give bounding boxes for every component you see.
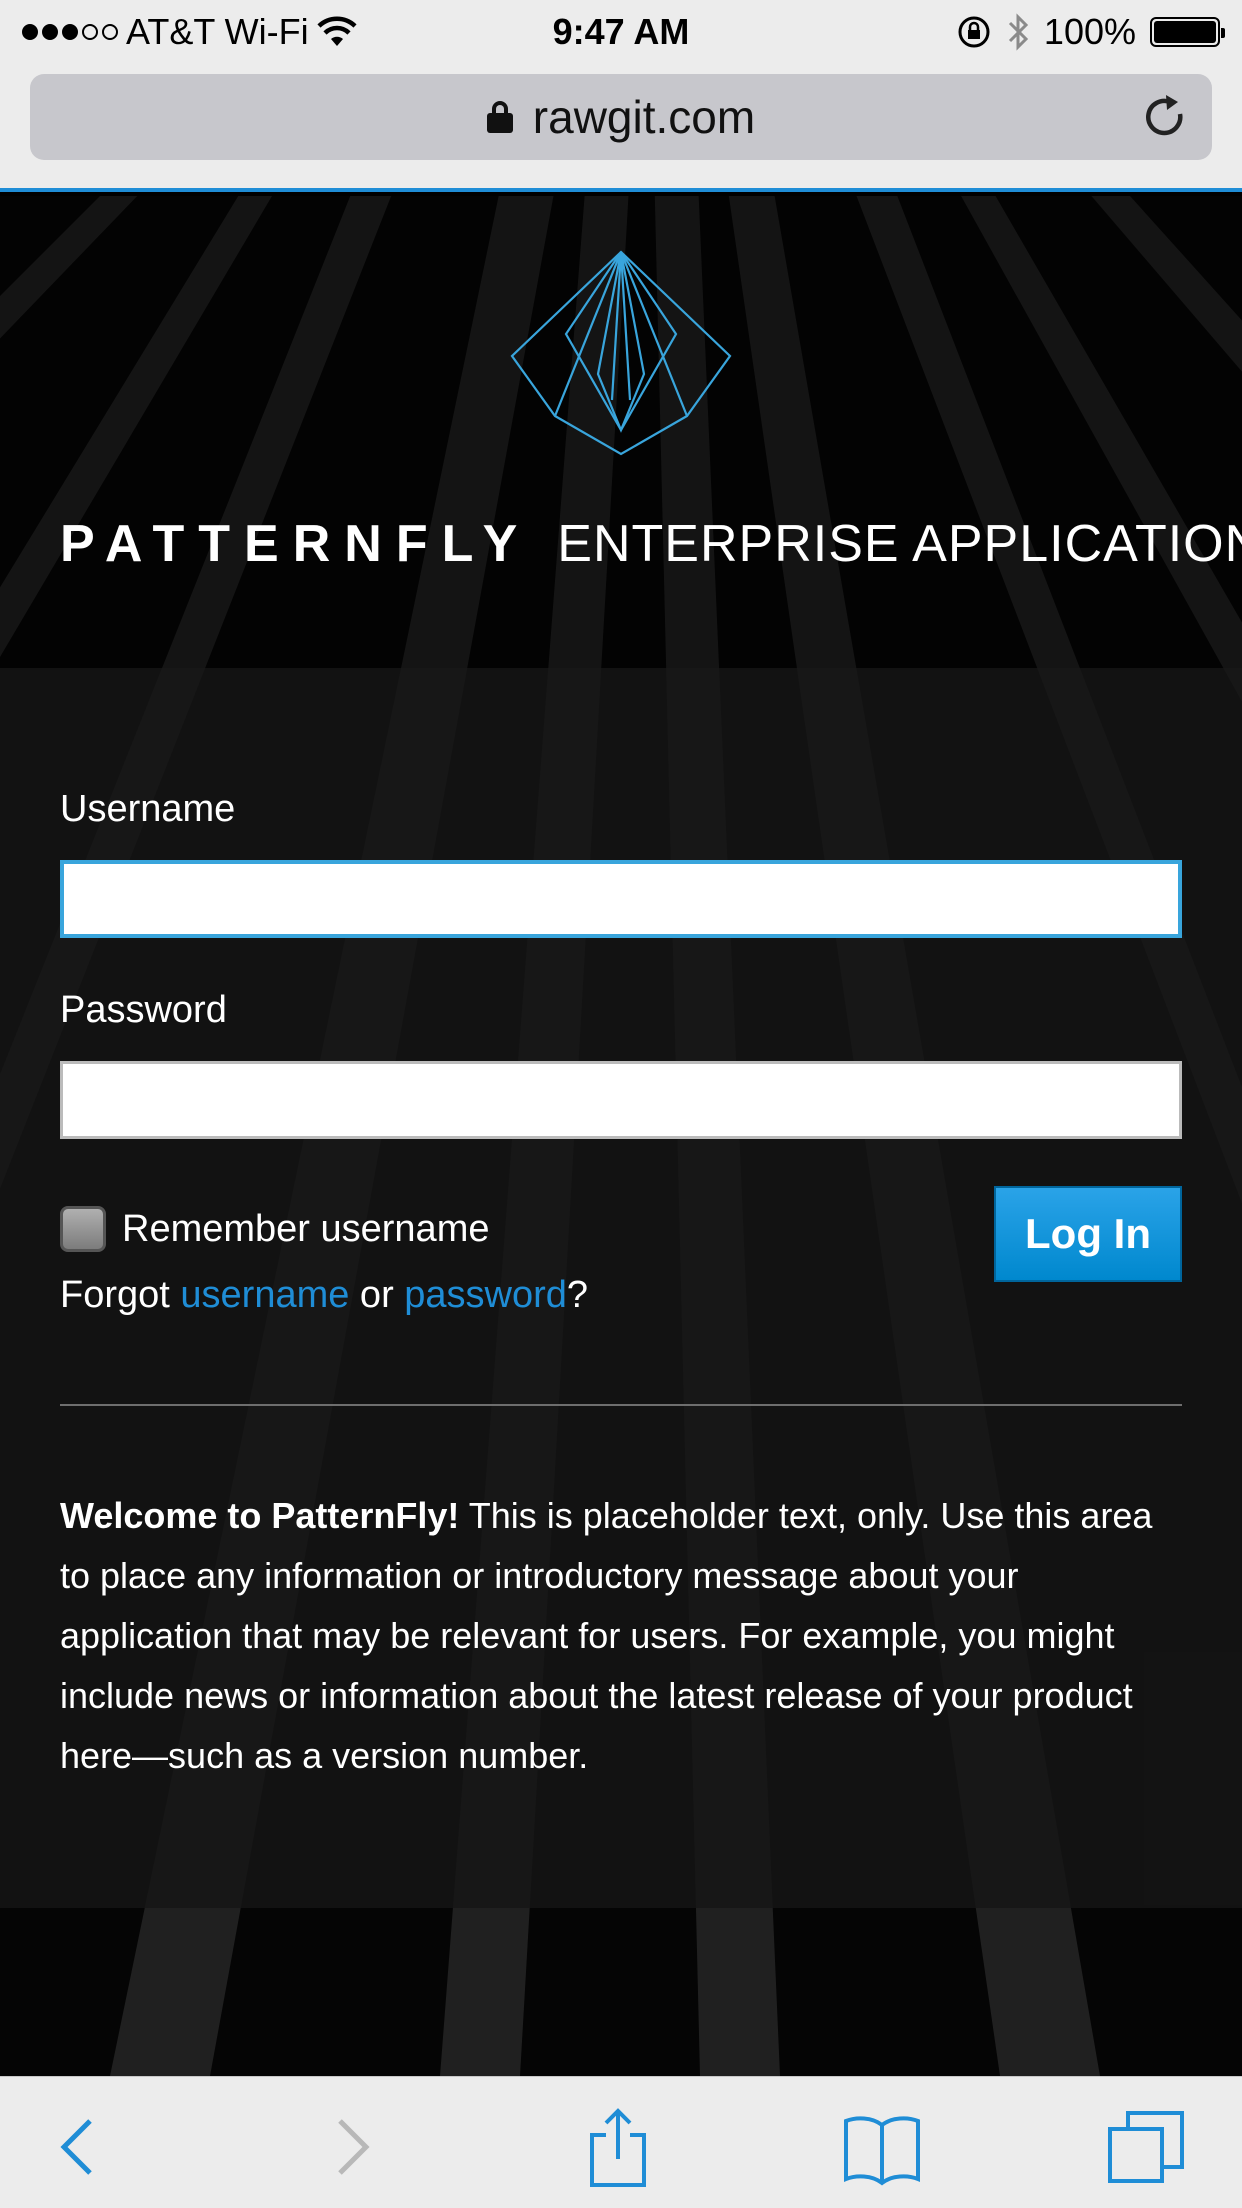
username-input[interactable] [60, 860, 1182, 938]
password-input[interactable] [60, 1061, 1182, 1139]
remember-label: Remember username [122, 1207, 490, 1250]
browser-chrome: rawgit.com [0, 62, 1242, 192]
battery-percent: 100% [1043, 11, 1136, 52]
reload-icon[interactable] [1140, 92, 1190, 142]
patternfly-logo [510, 250, 732, 456]
tabs-icon[interactable] [1106, 2107, 1186, 2187]
welcome-text: Welcome to PatternFly! This is placehold… [60, 1486, 1182, 1786]
status-right: 100% [956, 10, 1225, 54]
login-page: PATTERNFLY ENTERPRISE APPLICATION Userna… [0, 196, 1242, 2076]
share-icon[interactable] [578, 2107, 658, 2187]
status-bar: AT&T Wi-Fi 9:47 AM 100% [0, 0, 1242, 62]
back-icon[interactable] [38, 2107, 118, 2187]
brand-subtitle: ENTERPRISE APPLICATION [557, 515, 1242, 573]
password-label: Password [60, 989, 227, 1031]
welcome-heading: Welcome to PatternFly! [60, 1495, 460, 1536]
address-text: rawgit.com [532, 91, 756, 143]
forgot-suffix: ? [566, 1274, 589, 1316]
app-title: PATTERNFLY ENTERPRISE APPLICATION [60, 514, 1242, 574]
rotation-lock-icon [958, 16, 990, 48]
remember-checkbox[interactable] [60, 1206, 106, 1252]
lock-icon [486, 101, 513, 133]
remember-username[interactable]: Remember username [60, 1206, 489, 1252]
bluetooth-icon [1008, 13, 1029, 51]
divider [60, 1404, 1182, 1406]
brand-name: PATTERNFLY [60, 515, 532, 573]
forgot-or: or [349, 1274, 405, 1316]
address-bar[interactable]: rawgit.com [30, 74, 1212, 160]
bookmarks-icon[interactable] [842, 2107, 922, 2187]
forgot-username-link[interactable]: username [180, 1274, 349, 1316]
login-button[interactable]: Log In [994, 1186, 1182, 1282]
username-label: Username [60, 788, 236, 830]
forgot-credentials: Forgot username or password? [60, 1274, 588, 1317]
forward-icon[interactable] [312, 2107, 392, 2187]
forgot-prefix: Forgot [60, 1274, 181, 1316]
welcome-body: This is placeholder text, only. Use this… [60, 1495, 1153, 1776]
battery-icon [1150, 17, 1225, 47]
browser-toolbar [0, 2076, 1242, 2208]
forgot-password-link[interactable]: password [404, 1274, 567, 1316]
